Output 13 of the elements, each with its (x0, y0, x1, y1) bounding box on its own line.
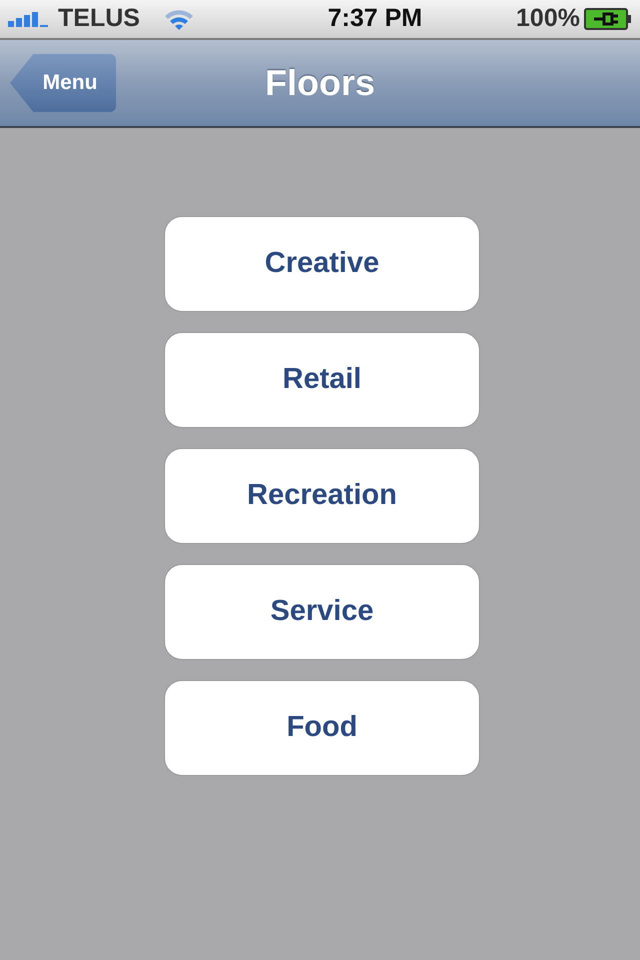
clock-time: 7:37 PM (328, 3, 422, 34)
floor-button[interactable]: Retail (164, 332, 480, 428)
back-button[interactable]: Menu (10, 54, 116, 112)
carrier-name: TELUS (58, 3, 140, 34)
battery-charging-icon (584, 8, 632, 30)
floor-button[interactable]: Food (164, 680, 480, 776)
floor-button[interactable]: Service (164, 564, 480, 660)
page-title: Floors (264, 61, 375, 105)
wifi-icon (164, 8, 194, 30)
signal-icon (8, 11, 50, 27)
floor-button[interactable]: Creative (164, 216, 480, 312)
battery-percentage: 100% (516, 3, 580, 34)
floor-button[interactable]: Recreation (164, 448, 480, 544)
